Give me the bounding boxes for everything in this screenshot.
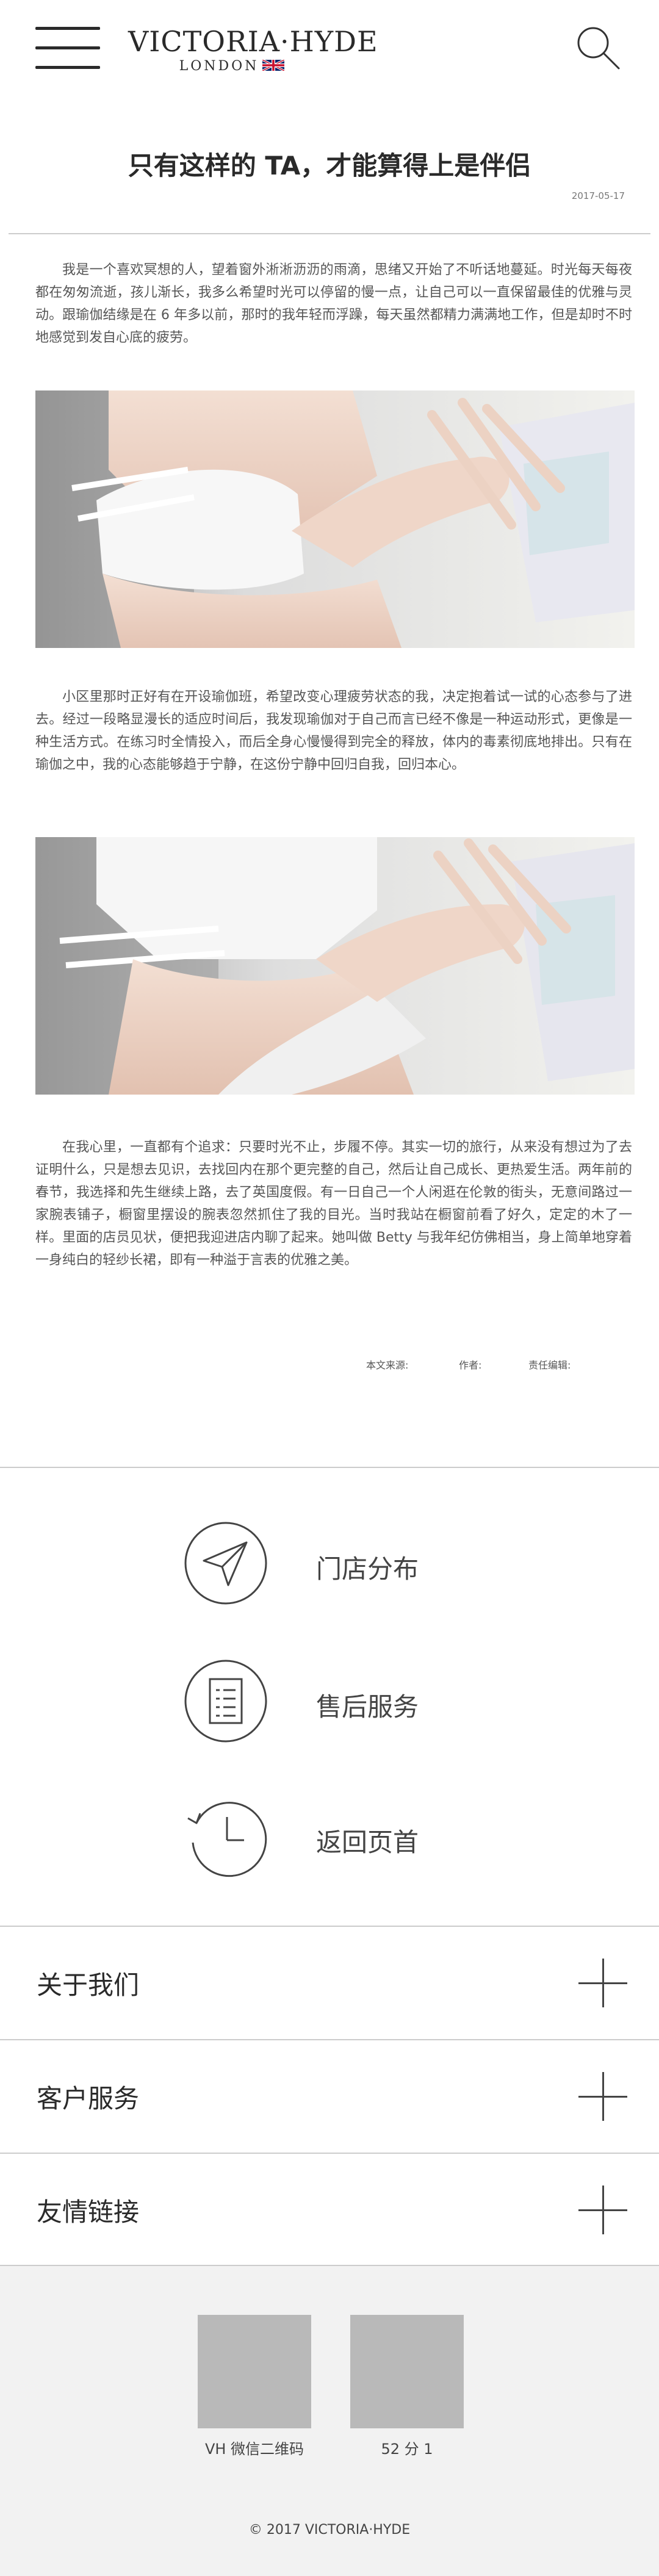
back-to-top-label: 返回页首 (316, 1827, 419, 1857)
accordion-friendly-links[interactable]: 友情链接 (0, 2153, 659, 2266)
store-locations-label: 门店分布 (316, 1554, 419, 1584)
after-sales-link[interactable]: 售后服务 (183, 1658, 549, 1744)
wechat-qr-code (198, 2315, 311, 2428)
source-label: 本文来源: (366, 1359, 409, 1371)
accordion-about-us[interactable]: 关于我们 (0, 1926, 659, 2039)
qr-code (350, 2315, 464, 2428)
divider (0, 1467, 659, 1468)
back-to-top-link[interactable]: 返回页首 (183, 1794, 549, 1879)
editor-label: 责任编辑: (528, 1359, 571, 1371)
store-locations-link[interactable]: 门店分布 (183, 1520, 549, 1606)
accordion-label: 友情链接 (37, 2197, 140, 2227)
divider (9, 233, 650, 234)
site-header: VICTORIA·HYDE LONDON (0, 0, 659, 98)
article-paragraph: 在我心里，一直都有个追求：只要时光不止，步履不停。其实一切的旅行，从来没有想过为… (35, 1140, 632, 1268)
qr-label: VH 微信二维码 (204, 2441, 304, 2458)
document-list-icon (184, 1660, 267, 1743)
copyright: © 2017 VICTORIA·HYDE (248, 2522, 411, 2538)
accordion-label: 关于我们 (37, 1970, 140, 2000)
article-photo-yoga (35, 837, 635, 1095)
article-title: 只有这样的 TA，才能算得上是伴侣 (128, 151, 531, 181)
article-date: 2017-05-17 (571, 190, 625, 201)
article-paragraph: 小区里那时正好有在开设瑜伽班，希望改变心理疲劳状态的我，决定抱着试一试的心态参与… (35, 689, 632, 772)
article-paragraph: 我是一个喜欢冥想的人，望着窗外淅淅沥沥的雨滴，思绪又开始了不听话地蔓延。时光每天… (35, 262, 632, 345)
after-sales-label: 售后服务 (316, 1692, 419, 1722)
qr-label: 52 分 1 (381, 2441, 433, 2458)
hamburger-menu-icon[interactable] (35, 27, 103, 70)
plus-icon[interactable] (578, 1959, 627, 2007)
brand-logo[interactable]: VICTORIA·HYDE LONDON (128, 24, 378, 79)
brand-sub: LONDON (128, 59, 336, 74)
accordion-label: 客户服务 (37, 2084, 140, 2114)
send-arrow-icon (184, 1522, 267, 1605)
uk-flag-icon (262, 60, 285, 71)
article-photo-yoga (35, 390, 635, 648)
author-label: 作者: (459, 1359, 482, 1371)
brand-name: VICTORIA·HYDE (128, 25, 378, 58)
accordion-customer-service[interactable]: 客户服务 (0, 2039, 659, 2153)
plus-icon[interactable] (578, 2186, 627, 2234)
plus-icon[interactable] (578, 2072, 627, 2121)
search-icon[interactable] (574, 24, 622, 73)
clock-back-icon (187, 1802, 267, 1877)
